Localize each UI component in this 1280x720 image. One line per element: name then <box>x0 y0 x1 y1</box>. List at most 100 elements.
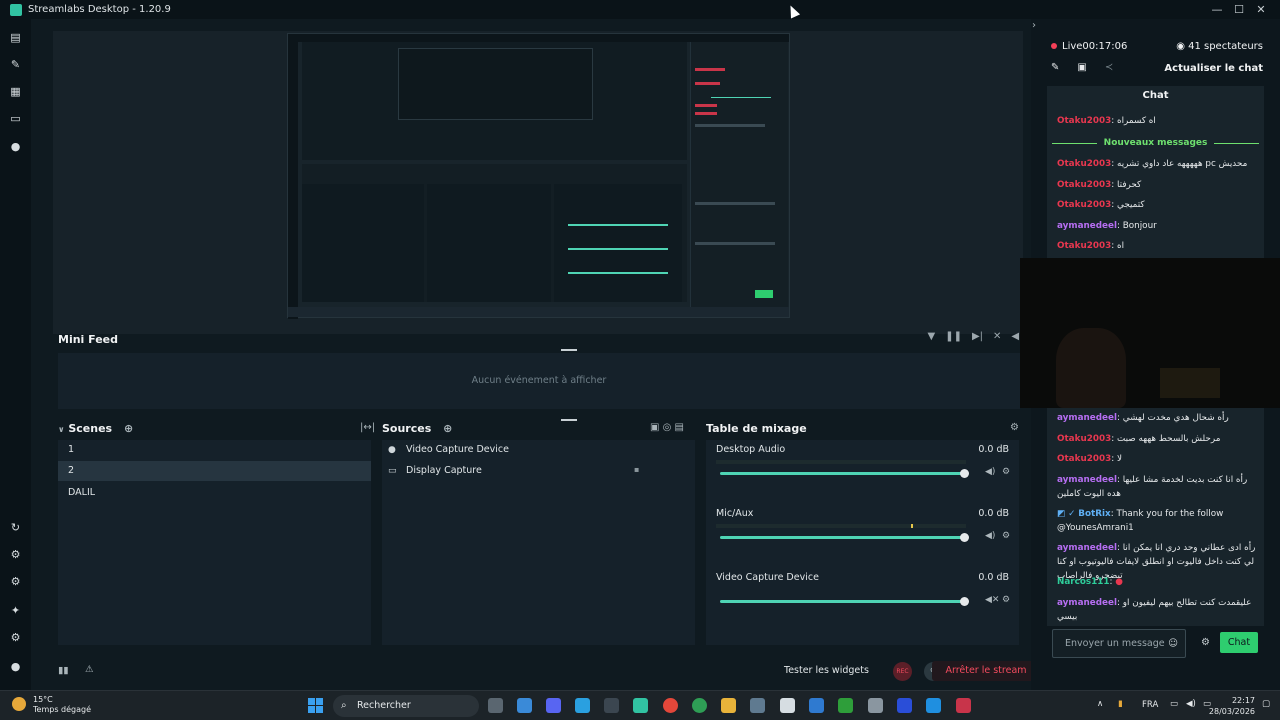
mic-tray-icon[interactable]: ▮ <box>1118 699 1123 709</box>
volume-slider[interactable] <box>720 597 969 606</box>
speaker-icon[interactable]: ◀) <box>985 531 995 541</box>
mini-feed-panel: Mini Feed ▼ ❚❚ ▶| ✕ ◀) Aucun événement à… <box>53 331 1023 413</box>
windows-start-icon[interactable] <box>308 698 323 713</box>
chat-message: Otaku2003: اه كسمراه <box>1057 116 1156 126</box>
channel-gear-icon[interactable]: ⚙ <box>1002 531 1010 541</box>
webcam-overlay <box>1020 258 1280 408</box>
alert-icon[interactable]: ⚠ <box>85 664 94 675</box>
clip-icon[interactable]: ▣ <box>1077 62 1086 73</box>
vscode-icon[interactable] <box>926 698 941 713</box>
discord-icon[interactable] <box>546 698 561 713</box>
edit-stream-icon[interactable]: ✎ <box>1051 62 1059 73</box>
scenes-title: Scenes <box>68 422 113 435</box>
store-icon[interactable]: ▦ <box>9 85 22 98</box>
lock-icon[interactable]: ▪ <box>634 465 639 474</box>
test-widgets-button[interactable]: Tester les widgets <box>784 665 869 676</box>
chat-message-input[interactable]: Envoyer un message ☺ <box>1052 629 1186 658</box>
mixer-header: Table de mixage <box>706 422 807 435</box>
close-button[interactable]: ✕ <box>1250 0 1272 19</box>
chat-message: Otaku2003: اه <box>1057 241 1125 251</box>
obs-icon[interactable] <box>604 698 619 713</box>
add-source-icon[interactable]: ⊕ <box>443 422 452 435</box>
network-icon[interactable]: ▭ <box>1170 699 1178 709</box>
notepad-icon[interactable] <box>517 698 532 713</box>
bot-badge-icon: ◩ ✓ <box>1057 509 1079 519</box>
editor-icon[interactable]: ▤ <box>9 31 22 44</box>
sources-list: ● Video Capture Device ▭ Display Capture… <box>382 440 695 645</box>
source-item[interactable]: ● Video Capture Device <box>388 440 509 460</box>
xbox-icon[interactable] <box>838 698 853 713</box>
search-icon: ⌕ <box>341 700 347 711</box>
scene-item[interactable]: DALIL <box>58 483 371 503</box>
scene-item-selected[interactable]: 2 <box>58 461 371 481</box>
scene-transitions-icon[interactable]: |↔| <box>360 422 375 433</box>
taskbar-clock[interactable]: 22:17 28/03/2026 <box>1209 695 1255 717</box>
stream-preview-area[interactable] <box>53 31 1023 351</box>
weather-moon-icon[interactable] <box>12 697 26 711</box>
minimize-button[interactable]: — <box>1206 0 1228 19</box>
chat-tools: ✎ ▣ ≺ <box>1051 62 1113 73</box>
maximize-button[interactable]: ☐ <box>1228 0 1250 19</box>
store-app-icon[interactable] <box>780 698 795 713</box>
profile-icon[interactable]: ● <box>9 660 22 673</box>
scene-item[interactable]: 1 <box>58 440 371 460</box>
share-icon[interactable]: ≺ <box>1105 62 1113 73</box>
collapse-chat-icon[interactable]: › <box>1032 20 1036 31</box>
windows-taskbar: 15°C Temps dégagé ⌕ Rechercher ∧ ▮ FRA ▭… <box>0 690 1280 720</box>
mini-feed-empty-text: Aucun événement à afficher <box>471 375 607 386</box>
volume-slider[interactable] <box>720 469 969 478</box>
skip-icon[interactable]: ▶| <box>972 331 983 342</box>
notifications-icon[interactable]: ▢ <box>1262 699 1270 709</box>
settings-icon[interactable]: ⚙ <box>9 631 22 644</box>
add-scene-icon[interactable]: ⊕ <box>124 422 133 435</box>
effects-icon[interactable]: ✦ <box>9 604 22 617</box>
chrome-icon[interactable] <box>663 698 678 713</box>
source-toolbar-icons[interactable]: ▣ ◎ ▤ <box>650 422 684 433</box>
weather-widget[interactable]: 15°C Temps dégagé <box>33 695 91 715</box>
calculator-icon[interactable] <box>809 698 824 713</box>
tray-chevron-icon[interactable]: ∧ <box>1097 699 1103 709</box>
language-indicator[interactable]: FRA <box>1142 700 1158 710</box>
task-view-icon[interactable] <box>488 698 503 713</box>
record-button[interactable]: REC <box>893 662 912 681</box>
speaker-muted-icon[interactable]: ◀✕ <box>985 595 999 605</box>
filter-icon[interactable]: ▼ <box>927 331 935 342</box>
recycle-bin-icon[interactable] <box>868 698 883 713</box>
mute-alerts-icon[interactable]: ✕ <box>993 331 1001 342</box>
volume-tray-icon[interactable]: ◀) <box>1186 699 1196 709</box>
volume-slider[interactable] <box>720 533 969 542</box>
mixer-settings-icon[interactable]: ⚙ <box>1010 422 1019 433</box>
malwarebytes-icon[interactable] <box>897 698 912 713</box>
layout-icon[interactable]: ▭ <box>9 112 22 125</box>
settings-app-icon[interactable] <box>750 698 765 713</box>
mixer-channel-name: Desktop Audio <box>716 444 786 455</box>
integrations-icon[interactable]: ⚙ <box>9 548 22 561</box>
chat-settings-icon[interactable]: ⚙ <box>1201 637 1210 648</box>
source-item[interactable]: ▭ Display Capture <box>388 461 482 481</box>
stop-stream-button[interactable]: Arrêter le stream <box>932 661 1040 681</box>
speaker-icon[interactable]: ◀) <box>985 467 995 477</box>
chat-header: Chat <box>1047 86 1264 106</box>
channel-gear-icon[interactable]: ⚙ <box>1002 467 1010 477</box>
refresh-chat-button[interactable]: Actualiser le chat <box>1164 63 1263 74</box>
themes-icon[interactable]: ✎ <box>9 58 22 71</box>
capcut-icon[interactable] <box>956 698 971 713</box>
chrome-profile-icon[interactable] <box>692 698 707 713</box>
pause-icon[interactable]: ❚❚ <box>945 331 962 342</box>
telegram-icon[interactable] <box>575 698 590 713</box>
dashboard-icon[interactable]: ↻ <box>9 521 22 534</box>
record-icon[interactable]: ● <box>9 140 22 153</box>
chat-message: ◩ ✓ BotRix: Thank you for the follow @Yo… <box>1057 509 1224 533</box>
performance-icon[interactable]: ▮▮ <box>58 665 68 676</box>
plugins-icon[interactable]: ⚙ <box>9 575 22 588</box>
chat-message: Otaku2003: لا <box>1057 454 1123 464</box>
chat-send-button[interactable]: Chat <box>1220 632 1258 653</box>
taskbar-search[interactable]: ⌕ Rechercher <box>333 695 479 717</box>
streamlabs-taskbar-icon[interactable] <box>633 698 648 713</box>
file-explorer-icon[interactable] <box>721 698 736 713</box>
collapse-icon[interactable]: ∨ <box>58 425 65 434</box>
title-bar: Streamlabs Desktop - 1.20.9 — ☐ ✕ <box>0 0 1280 19</box>
chat-message: Otaku2003: كحرفتا <box>1057 180 1142 190</box>
channel-gear-icon[interactable]: ⚙ <box>1002 595 1010 605</box>
emoji-icon[interactable]: ☺ <box>1168 630 1178 657</box>
